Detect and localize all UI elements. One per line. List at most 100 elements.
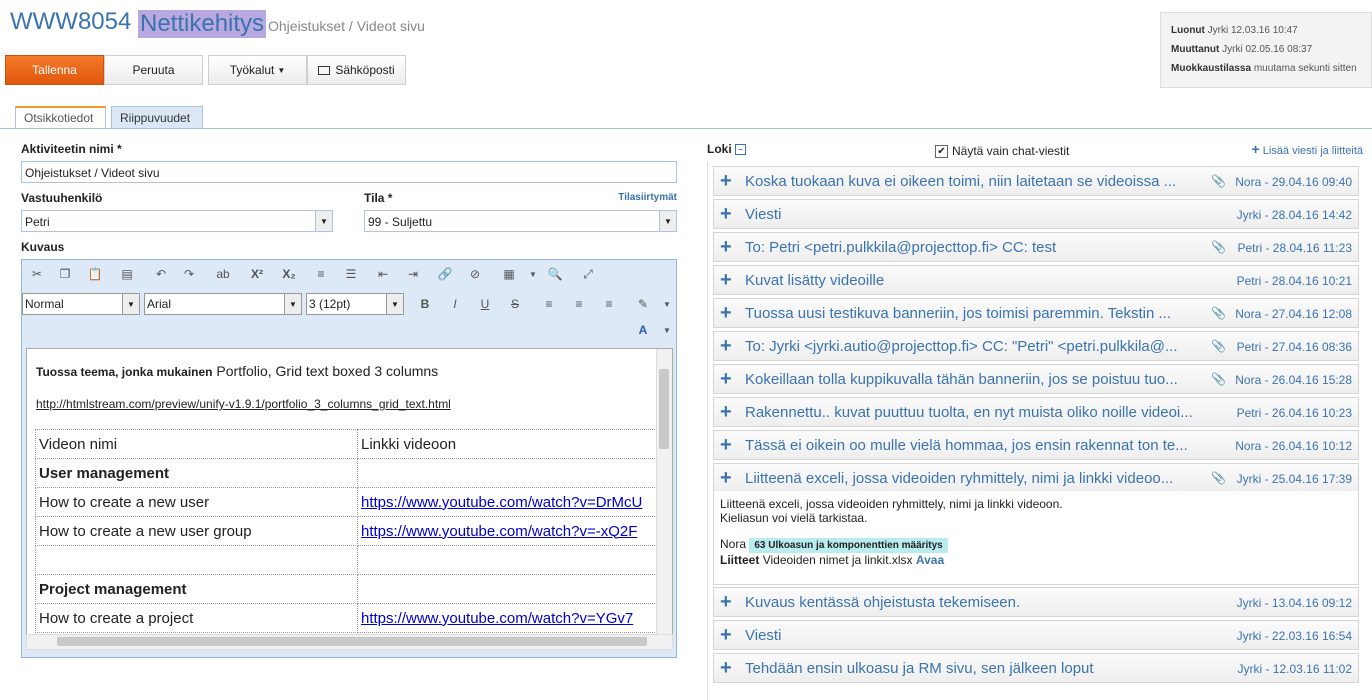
font-select[interactable]: Arial ▼: [144, 293, 302, 315]
editor-horizontal-scrollbar[interactable]: [26, 634, 673, 650]
expand-plus-icon[interactable]: +: [720, 171, 732, 191]
expand-plus-icon[interactable]: +: [720, 592, 732, 612]
indent-icon[interactable]: ⇥: [402, 263, 424, 285]
superscript-icon[interactable]: X²: [246, 263, 268, 285]
video-link-cell[interactable]: [357, 458, 665, 488]
activity-name-input[interactable]: Ohjeistukset / Videot sivu: [21, 161, 677, 183]
log-item[interactable]: + Rakennettu.. kuvat puuttuu tuolta, en n…: [713, 397, 1359, 427]
find-icon[interactable]: 🔍: [544, 263, 566, 285]
log-item[interactable]: + Viesti Jyrki - 22.03.16 16:54: [713, 620, 1359, 650]
video-name-cell[interactable]: Project management: [35, 574, 358, 604]
tools-menu-button[interactable]: Työkalut ▼: [208, 55, 307, 85]
undo-icon[interactable]: ↶: [150, 263, 172, 285]
log-item[interactable]: + Viesti Jyrki - 28.04.16 14:42: [713, 199, 1359, 229]
paste-text-icon[interactable]: ▤: [116, 263, 138, 285]
expand-plus-icon[interactable]: +: [720, 468, 732, 488]
expand-plus-icon[interactable]: +: [720, 336, 732, 356]
chevron-down-icon[interactable]: ▼: [656, 293, 678, 315]
log-item[interactable]: + Tuossa uusi testikuva banneriin, jos to…: [713, 298, 1359, 328]
chevron-down-icon[interactable]: ▼: [656, 319, 678, 341]
align-right-icon[interactable]: ≡: [598, 293, 620, 315]
expand-plus-icon[interactable]: +: [720, 204, 732, 224]
owner-select[interactable]: Petri ▼: [21, 210, 333, 232]
video-name-cell[interactable]: User management: [35, 458, 358, 488]
video-name-cell[interactable]: [35, 545, 358, 575]
log-item[interactable]: + To: Jyrki <jyrki.autio@projecttop.fi> C…: [713, 331, 1359, 361]
expand-plus-icon[interactable]: +: [720, 625, 732, 645]
status-select[interactable]: 99 - Suljettu ▼: [364, 210, 677, 232]
video-name-cell[interactable]: How to create a new user: [35, 487, 358, 517]
bulleted-list-icon[interactable]: ☰: [340, 263, 362, 285]
log-item[interactable]: + Kokeillaan tolla kuppikuvalla tähän ban…: [713, 364, 1359, 394]
log-item[interactable]: + To: Petri <petri.pulkkila@projecttop.fi…: [713, 232, 1359, 262]
log-item[interactable]: + Tehdään ensin ulkoasu ja RM sivu, sen j…: [713, 653, 1359, 683]
cut-icon[interactable]: ✂: [26, 263, 48, 285]
align-left-icon[interactable]: ≡: [538, 293, 560, 315]
video-name-cell[interactable]: How to create a new user group: [35, 516, 358, 546]
font-size-select[interactable]: 3 (12pt) ▼: [306, 293, 404, 315]
video-link-cell[interactable]: https://www.youtube.com/watch?v=YGv7: [357, 603, 665, 633]
open-attachment-link[interactable]: Avaa: [916, 553, 944, 567]
video-link[interactable]: https://www.youtube.com/watch?v=-xQ2F: [361, 523, 637, 540]
checkbox-icon[interactable]: ✔: [935, 144, 948, 158]
link-icon[interactable]: 🔗: [434, 263, 456, 285]
log-item[interactable]: + Kuvaus kentässä ohjeistusta tekemiseen.…: [713, 587, 1359, 617]
detail-tag-badge[interactable]: 63 Ulkoasun ja komponenttien määritys: [749, 538, 948, 553]
tab-dependencies[interactable]: Riippuvuudet: [111, 106, 203, 128]
highlight-color-icon[interactable]: ✎: [632, 293, 654, 315]
expand-plus-icon[interactable]: +: [720, 270, 732, 290]
video-link-cell[interactable]: https://www.youtube.com/watch?v=-xQ2F: [357, 516, 665, 546]
align-center-icon[interactable]: ≡: [568, 293, 590, 315]
italic-icon[interactable]: I: [444, 293, 466, 315]
video-link-cell[interactable]: Linkki videoon: [357, 429, 665, 459]
video-link[interactable]: https://www.youtube.com/watch?v=DrMcU: [361, 494, 642, 511]
save-button[interactable]: Tallenna: [5, 55, 104, 85]
expand-plus-icon[interactable]: +: [720, 369, 732, 389]
paperclip-icon: 📎: [1211, 372, 1226, 386]
intro-bold: Tuossa teema, jonka mukainen: [36, 365, 213, 379]
video-link-cell[interactable]: [357, 574, 665, 604]
log-item[interactable]: + Tässä ei oikein oo mulle vielä hommaa, …: [713, 430, 1359, 460]
table-icon[interactable]: ▦: [498, 263, 520, 285]
spellcheck-icon[interactable]: ab: [212, 263, 234, 285]
collapse-icon[interactable]: −: [735, 144, 747, 156]
strikethrough-icon[interactable]: S: [504, 293, 526, 315]
editor-vertical-scrollbar[interactable]: [656, 349, 672, 636]
bold-icon[interactable]: B: [414, 293, 436, 315]
format-select[interactable]: Normal ▼: [22, 293, 140, 315]
log-item[interactable]: + Koska tuokaan kuva ei oikeen toimi, nii…: [713, 166, 1359, 196]
attachments-label: Liitteet: [720, 553, 760, 567]
video-link-cell[interactable]: [357, 545, 665, 575]
chat-only-filter[interactable]: ✔ Näytä vain chat-viestit: [935, 144, 1069, 158]
intro-link[interactable]: http://htmlstream.com/preview/unify-v1.9…: [36, 397, 451, 411]
paste-icon[interactable]: 📋: [84, 263, 106, 285]
unlink-icon[interactable]: ⊘: [464, 263, 486, 285]
editor-content-area[interactable]: Tuossa teema, jonka mukainen Portfolio, …: [26, 348, 673, 637]
video-name-cell[interactable]: Videon nimi: [35, 429, 358, 459]
outdent-icon[interactable]: ⇤: [372, 263, 394, 285]
video-link[interactable]: https://www.youtube.com/watch?v=YGv7: [361, 610, 633, 627]
chevron-down-icon[interactable]: ▼: [522, 263, 544, 285]
expand-plus-icon[interactable]: +: [720, 658, 732, 678]
add-message-link[interactable]: + Lisää viesti ja liitteitä: [1251, 141, 1363, 157]
numbered-list-icon[interactable]: ≡: [310, 263, 332, 285]
detail-line-1: Liitteenä exceli, jossa videoiden ryhmit…: [720, 497, 1063, 511]
cancel-button[interactable]: Peruuta: [104, 55, 203, 85]
tab-header-info[interactable]: Otsikkotiedot: [15, 106, 106, 128]
expand-plus-icon[interactable]: +: [720, 303, 732, 323]
video-name-cell[interactable]: How to create a project: [35, 603, 358, 633]
email-button[interactable]: Sähköposti: [307, 55, 406, 85]
subscript-icon[interactable]: X₂: [278, 263, 300, 285]
underline-icon[interactable]: U: [474, 293, 496, 315]
copy-icon[interactable]: ❐: [54, 263, 76, 285]
video-link-cell[interactable]: https://www.youtube.com/watch?v=DrMcU: [357, 487, 665, 517]
maximize-icon[interactable]: ⤢: [577, 263, 599, 285]
expand-plus-icon[interactable]: +: [720, 402, 732, 422]
redo-icon[interactable]: ↷: [178, 263, 200, 285]
text-color-icon[interactable]: A: [632, 319, 654, 341]
status-transitions-link[interactable]: Tilasiirtymät: [618, 192, 677, 203]
expand-plus-icon[interactable]: +: [720, 435, 732, 455]
expand-plus-icon[interactable]: +: [720, 237, 732, 257]
log-item[interactable]: + Kuvat lisätty videoille Petri - 28.04.16…: [713, 265, 1359, 295]
log-item[interactable]: + Liitteenä exceli, jossa videoiden ryhmi…: [713, 463, 1359, 493]
